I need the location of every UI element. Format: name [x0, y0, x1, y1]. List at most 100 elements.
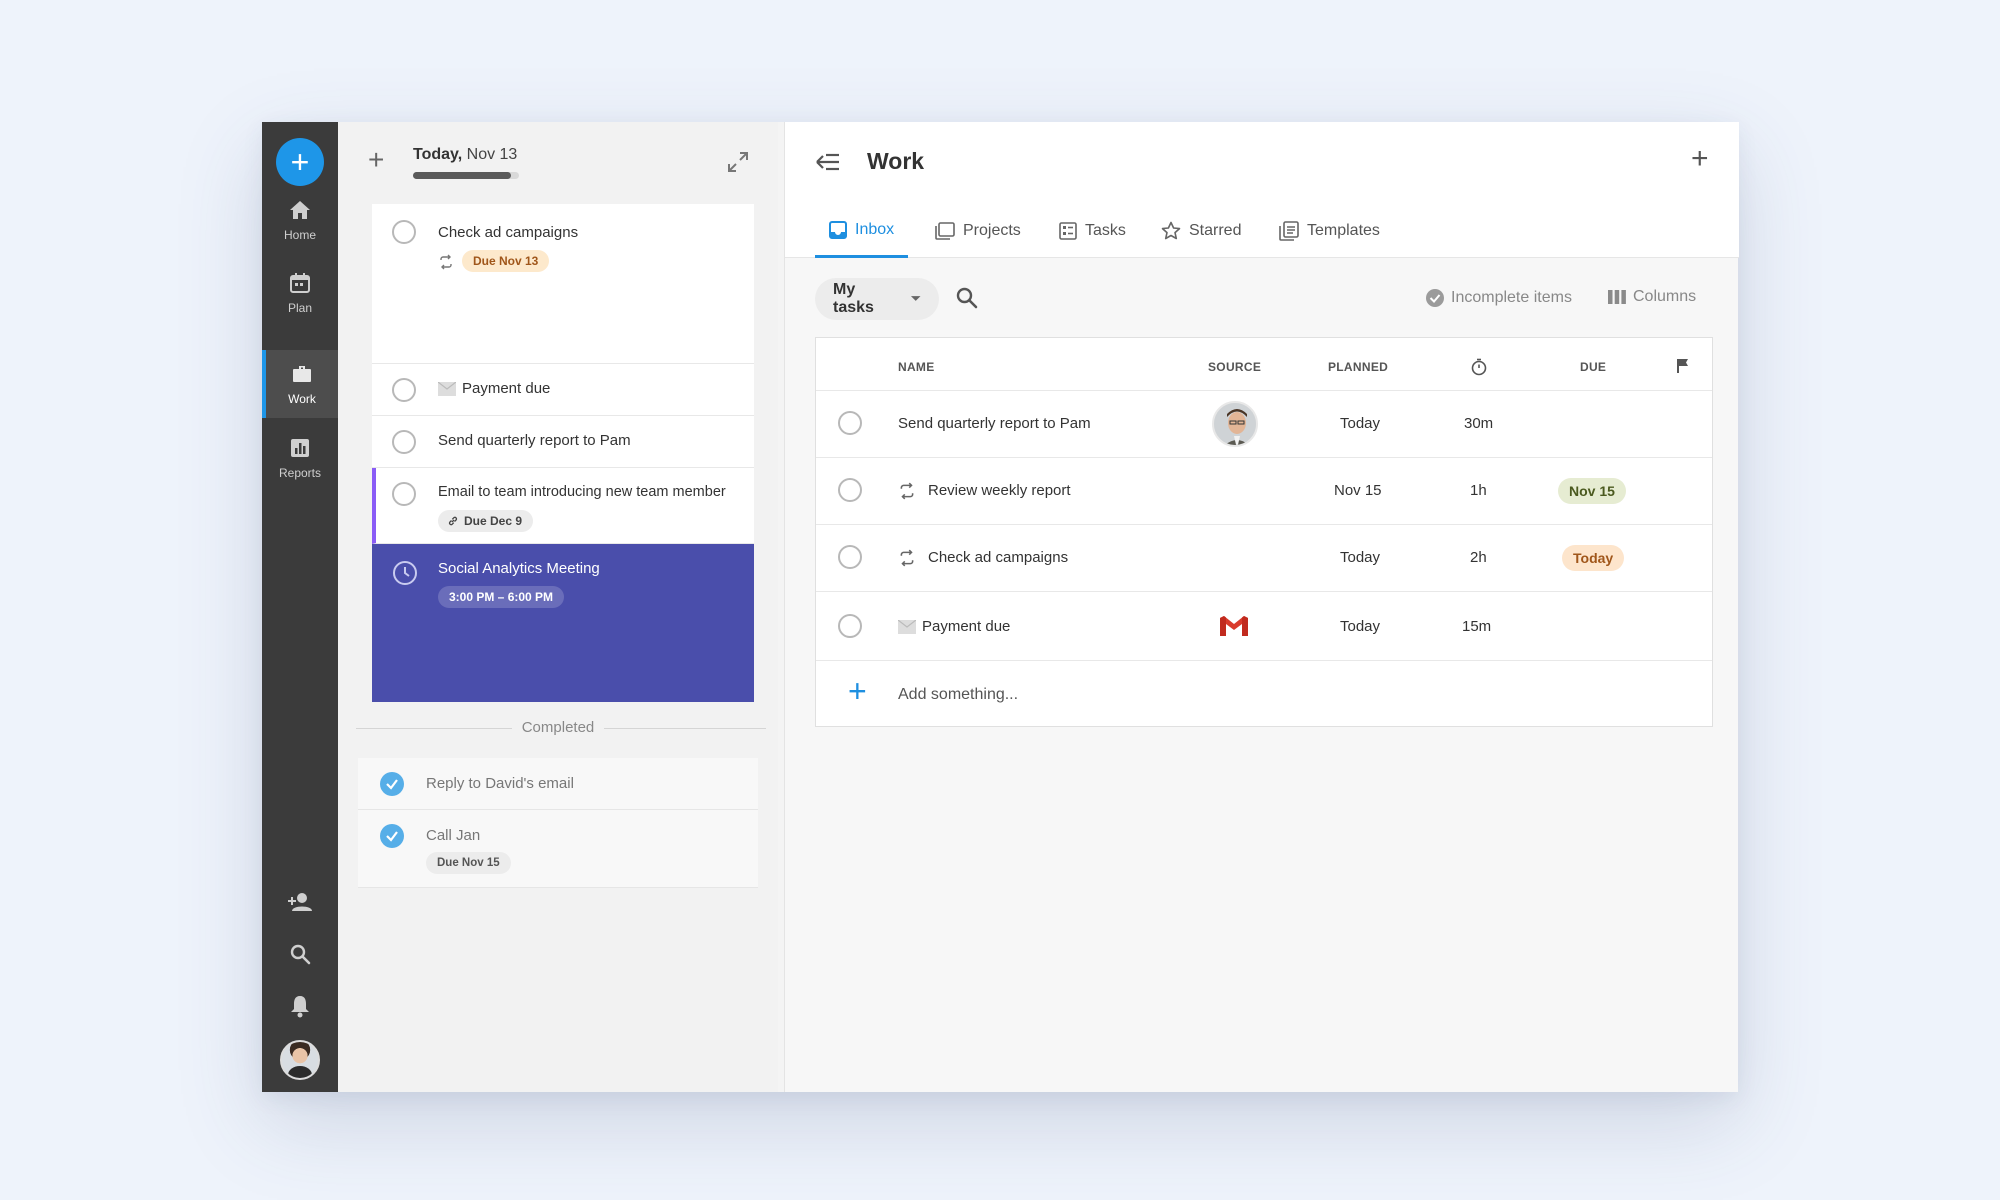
row-name: Payment due: [922, 618, 1011, 635]
tab-templates[interactable]: Templates: [1265, 204, 1394, 258]
due-chip: Due Nov 15: [426, 852, 511, 874]
inbox-icon: [829, 220, 847, 239]
row-name: Review weekly report: [928, 482, 1071, 499]
expand-icon[interactable]: [726, 150, 750, 174]
search-icon[interactable]: [955, 286, 979, 310]
bell-icon: [291, 996, 309, 1018]
table-row[interactable]: Send quarterly report to Pam Today 30m: [816, 390, 1712, 457]
planner-add-button[interactable]: +: [368, 146, 384, 174]
row-duration: 2h: [1470, 549, 1487, 566]
my-tasks-label: My tasks: [833, 281, 874, 316]
tab-tasks[interactable]: Tasks: [1045, 204, 1140, 258]
planner-task-card[interactable]: Check ad campaigns Due Nov 13: [372, 204, 754, 364]
nav-rail: + Home Plan Work Reports: [262, 122, 338, 1092]
nav-reports-label: Reports: [278, 466, 322, 480]
tab-starred[interactable]: Starred: [1147, 204, 1255, 258]
row-name: Check ad campaigns: [928, 549, 1069, 566]
tab-inbox[interactable]: Inbox: [815, 204, 909, 258]
task-title: Email to team introducing new team membe…: [438, 484, 726, 500]
task-complete-toggle[interactable]: [838, 545, 862, 569]
search-icon: [290, 944, 311, 965]
task-table: NAME SOURCE PLANNED DUE Send quarterly r…: [815, 337, 1713, 727]
day-progress-fill: [413, 172, 511, 179]
planner-task-card[interactable]: Email to team introducing new team membe…: [372, 468, 754, 544]
planner-task-card[interactable]: Payment due: [372, 364, 754, 416]
table-row[interactable]: Check ad campaigns Today 2h Today: [816, 524, 1712, 591]
collapse-icon[interactable]: [815, 152, 841, 172]
planner-date-bold: Today,: [413, 146, 463, 163]
row-planned: Today: [1340, 618, 1381, 635]
nav-plan[interactable]: Plan: [262, 259, 338, 327]
tab-tasks-label: Tasks: [1085, 222, 1126, 239]
row-planned: Today: [1340, 549, 1381, 566]
gmail-icon: [1220, 616, 1248, 636]
flag-icon[interactable]: [1676, 358, 1690, 374]
completed-check[interactable]: [380, 824, 404, 848]
completed-task-title: Reply to David's email: [426, 775, 574, 792]
work-header: Work + Inbox Projects Tasks Starred Temp…: [785, 122, 1739, 258]
work-add-button[interactable]: +: [1691, 144, 1709, 174]
repeat-icon: [900, 482, 914, 500]
meeting-event[interactable]: Social Analytics Meeting 3:00 PM – 6:00 …: [372, 544, 754, 702]
notifications-button[interactable]: [262, 986, 338, 1026]
meeting-title: Social Analytics Meeting: [438, 560, 600, 577]
columns-icon: [1608, 290, 1626, 304]
task-complete-toggle[interactable]: [392, 220, 416, 244]
task-complete-toggle[interactable]: [392, 378, 416, 402]
add-person-button[interactable]: [262, 882, 338, 922]
completed-check[interactable]: [380, 772, 404, 796]
row-name: Send quarterly report to Pam: [898, 415, 1091, 432]
nav-work-label: Work: [288, 392, 316, 406]
nav-home[interactable]: Home: [262, 186, 338, 254]
table-row[interactable]: Review weekly report Nov 15 1h Nov 15: [816, 457, 1712, 524]
add-task-placeholder[interactable]: Add something...: [898, 686, 1018, 704]
task-complete-toggle[interactable]: [392, 482, 416, 506]
completed-task-card[interactable]: Reply to David's email: [358, 758, 758, 810]
nav-reports[interactable]: Reports: [262, 424, 338, 492]
source-avatar: [1212, 401, 1258, 447]
task-title: Payment due: [462, 380, 551, 397]
star-icon: [1161, 221, 1181, 240]
row-duration: 1h: [1470, 482, 1487, 499]
column-header-due[interactable]: DUE: [1580, 360, 1606, 374]
planner-task-card[interactable]: Send quarterly report to Pam: [372, 416, 754, 468]
projects-icon: [935, 222, 955, 240]
completed-heading-text: Completed: [511, 719, 605, 736]
due-chip: Due Dec 9: [438, 510, 534, 532]
task-complete-toggle[interactable]: [838, 614, 862, 638]
add-icon: +: [848, 673, 867, 709]
reports-icon: [291, 439, 309, 457]
completed-task-card[interactable]: Call Jan Due Nov 15: [358, 810, 758, 888]
create-button[interactable]: +: [276, 138, 324, 186]
task-complete-toggle[interactable]: [392, 430, 416, 454]
search-button[interactable]: [262, 934, 338, 974]
table-row[interactable]: Payment due Today 15m: [816, 591, 1712, 660]
day-progress-bar: [413, 172, 519, 179]
incomplete-items-filter[interactable]: Incomplete items: [1425, 288, 1572, 308]
row-duration: 15m: [1462, 618, 1492, 635]
due-chip-label: Due Dec 9: [464, 514, 523, 528]
column-header-planned[interactable]: PLANNED: [1328, 360, 1388, 374]
briefcase-icon: [293, 366, 311, 382]
day-planner: + Today, Nov 13 Check ad campaigns Due N…: [338, 122, 778, 1092]
task-complete-toggle[interactable]: [838, 478, 862, 502]
nav-home-label: Home: [283, 228, 316, 242]
row-planned: Nov 15: [1334, 482, 1382, 499]
my-tasks-dropdown[interactable]: My tasks: [815, 278, 939, 320]
calendar-icon: [290, 273, 310, 293]
columns-button[interactable]: Columns: [1607, 288, 1696, 306]
task-complete-toggle[interactable]: [838, 411, 862, 435]
nav-work[interactable]: Work: [262, 350, 338, 418]
add-task-row[interactable]: + Add something...: [816, 660, 1712, 727]
timer-icon[interactable]: [1470, 358, 1488, 376]
user-avatar[interactable]: [280, 1040, 320, 1080]
due-chip: Nov 15: [1558, 478, 1626, 504]
column-header-name[interactable]: NAME: [898, 360, 935, 374]
tab-projects[interactable]: Projects: [921, 204, 1035, 258]
column-header-source[interactable]: SOURCE: [1208, 360, 1261, 374]
repeat-icon: [440, 254, 452, 270]
planner-date: Today, Nov 13: [413, 146, 517, 164]
mail-icon: [438, 382, 456, 396]
tab-inbox-label: Inbox: [855, 220, 895, 238]
add-person-icon: [288, 893, 312, 911]
